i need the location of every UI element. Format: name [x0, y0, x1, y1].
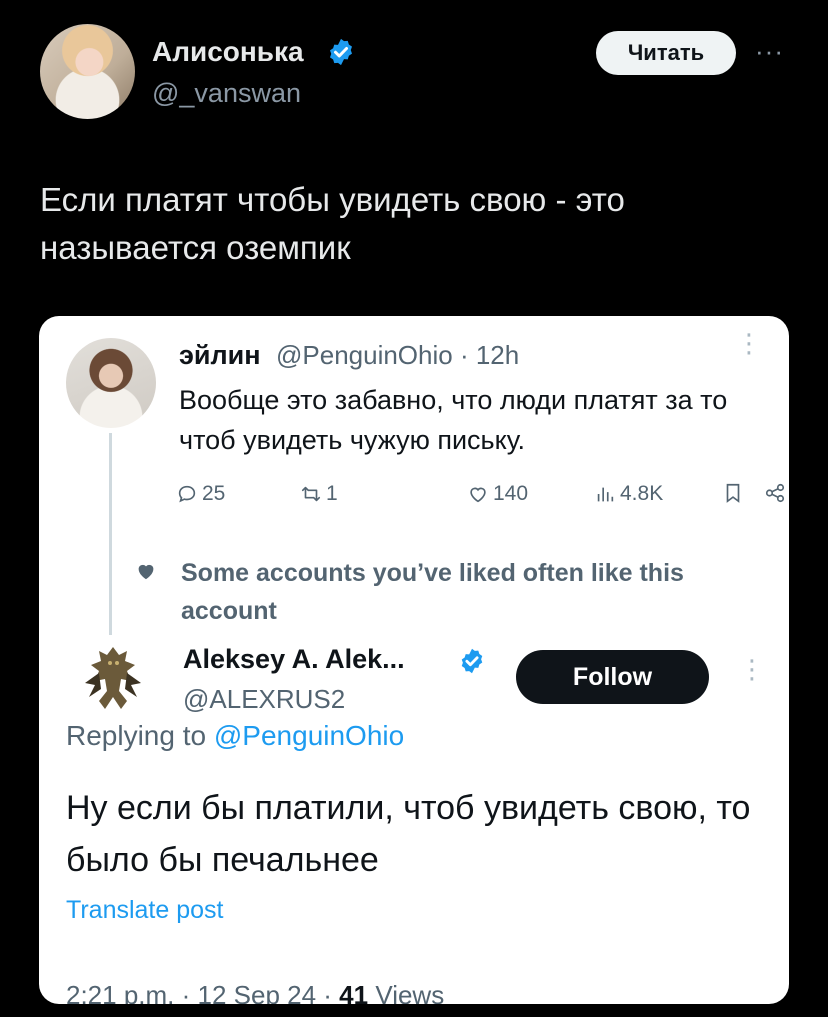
views-count: 4.8K [620, 482, 664, 505]
dragon-avatar-icon [85, 647, 141, 709]
reply-timestamp: 2:21 p.m. · 12 Sep 24 · 41 Views [66, 980, 444, 1004]
follow-button: Follow [516, 650, 709, 704]
liked-heart-icon [138, 564, 154, 580]
reply-icon [178, 485, 196, 503]
translate-post-link: Translate post [66, 896, 224, 924]
reply-post-text: Ну если бы платили, чтоб увидеть свою, т… [66, 789, 751, 879]
quoted-author-name: эйлин [179, 340, 261, 370]
more-options-icon[interactable]: ··· [755, 36, 784, 67]
replying-mention: @PenguinOhio [213, 720, 405, 751]
reply-author-handle: @ALEXRUS2 [183, 684, 346, 714]
analytics-icon [597, 487, 614, 502]
quoted-handle-time: @PenguinOhio · 12h [276, 340, 520, 370]
reply-more-icon: ⋮ [739, 654, 765, 684]
bookmark-icon [726, 483, 740, 503]
post-text: Если платят чтобы увидеть свою - это наз… [40, 181, 625, 266]
bookmark-action [722, 482, 748, 504]
quoted-more-icon: ⋮ [736, 328, 762, 358]
timestamp-text: 2:21 p.m. · 12 Sep 24 · [66, 980, 332, 1004]
liked-notice: Some accounts you’ve liked often like th… [181, 559, 684, 625]
quoted-author-avatar [66, 338, 156, 428]
embedded-screenshot[interactable]: эйлин @PenguinOhio · 12h ⋮ Вообще это за… [39, 316, 789, 1004]
share-action [764, 482, 789, 504]
repost-action: 1 [300, 482, 338, 506]
views-number: 41 [339, 980, 369, 1004]
views-label: Views [375, 980, 445, 1004]
repost-icon [301, 486, 321, 502]
author-handle[interactable]: @_vanswan [152, 78, 301, 109]
replying-prefix: Replying to [66, 720, 207, 751]
quoted-post-text: Вообще это забавно, что люди платят за т… [179, 385, 728, 455]
thread-line [109, 433, 112, 635]
author-name[interactable]: Алисонька [152, 36, 304, 68]
author-avatar[interactable] [40, 24, 135, 119]
verified-badge-icon [330, 38, 352, 66]
subscribe-button[interactable]: Читать [596, 31, 736, 75]
verified-badge-icon [461, 648, 483, 674]
share-icon [765, 483, 785, 503]
replying-to: Replying to @PenguinOhio [66, 720, 404, 752]
repost-count: 1 [326, 482, 338, 505]
like-count: 140 [493, 482, 529, 505]
reply-author-name: Aleksey A. Alek... [183, 644, 405, 674]
heart-icon [470, 487, 486, 503]
views-action: 4.8K [594, 482, 663, 506]
reply-action: 25 [176, 482, 225, 506]
like-action: 140 [467, 482, 528, 506]
reply-count: 25 [202, 482, 226, 505]
